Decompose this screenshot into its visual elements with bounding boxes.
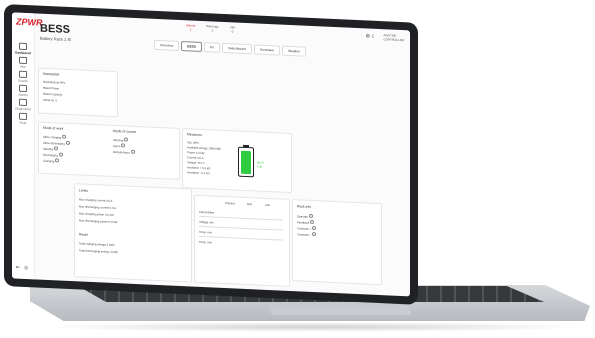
source-row: Default Alarm	[113, 149, 135, 155]
battery-fill	[241, 151, 251, 175]
mode-row: Allow charging	[43, 134, 66, 140]
mode-row: Discharging	[43, 152, 63, 158]
modes-card: Mode of work Allow charging Allow discha…	[38, 121, 180, 180]
rack-row: Contactor -	[297, 231, 316, 237]
sidebar-item-diagnostics[interactable]: Diagnostics	[14, 98, 32, 111]
cell-table-card: Present Roll Cell Cell position Voltage …	[194, 194, 290, 287]
fleet-icon	[19, 112, 27, 121]
table-row: Temp. min	[199, 239, 212, 245]
laptop-touchpad	[268, 305, 412, 315]
rack-row: Operator	[297, 213, 313, 219]
indicator-icon	[54, 146, 59, 151]
limit-row: Max discharging power 0.0 kW	[79, 218, 118, 225]
limit-row: Max discharging current 0.0 A	[79, 204, 116, 211]
card-title: Measures	[187, 132, 202, 137]
sidebar: ZPWR Dashboard Plot Events Alarms Diagno…	[12, 12, 43, 280]
menu-icon[interactable]: ☰	[67, 37, 71, 42]
status-alarms[interactable]: Alarms 1	[186, 23, 195, 31]
indicator-icon	[311, 231, 316, 237]
sidebar-item-dashboard[interactable]: Dashboard	[14, 42, 32, 55]
rack-row: Contactor +	[297, 225, 317, 231]
nameplate-row: Serial no. 0	[43, 97, 58, 103]
indicator-icon	[55, 158, 60, 163]
tab-generator[interactable]: Generator	[253, 44, 281, 56]
sidebar-item-alarms[interactable]: Alarms	[14, 84, 32, 97]
sidebar-item-plot[interactable]: Plot	[14, 56, 32, 69]
user-info[interactable]: ANOTHE CONTROLLER	[383, 33, 404, 42]
tab-overview[interactable]: Overview	[154, 39, 180, 51]
settings-icon[interactable]: ⚙ ☾	[366, 33, 376, 39]
indicator-icon	[124, 137, 129, 142]
grid-icon	[19, 42, 27, 51]
card-title: Limits	[79, 188, 88, 193]
page-subtitle[interactable]: Battery Rack 1 ☰	[40, 36, 71, 42]
help-icon[interactable]: ◎	[24, 265, 28, 271]
tab-bess[interactable]: BESS	[181, 41, 202, 52]
battery-percent: 88 % Full	[257, 160, 264, 169]
battery-icon	[238, 144, 254, 178]
tab-weather[interactable]: Weather	[282, 45, 307, 57]
table-header: Roll	[247, 202, 252, 207]
measure-row: Insulation - 0.0 kΩ	[187, 170, 210, 176]
indicator-icon	[312, 226, 317, 231]
card-title: Nameplate	[43, 71, 60, 77]
indicator-icon	[121, 143, 126, 148]
mode-row: Charging	[43, 158, 60, 164]
limit-row: Max charging power 0.0 kW	[79, 211, 114, 217]
indicator-icon	[61, 134, 66, 139]
card-title: Mode of work	[43, 125, 64, 131]
status-info[interactable]: Info 0	[230, 25, 235, 33]
measures-card: Measures SoC 88% Available energy 1088 k…	[182, 128, 292, 194]
table-row: Voltage min	[199, 219, 214, 225]
events-icon	[19, 70, 27, 79]
nameplate-row: Rated Power	[43, 85, 60, 91]
limit-row: Total discharging energy 0 kWh	[79, 248, 119, 255]
tab-pv[interactable]: PV	[203, 42, 221, 53]
plot-icon	[19, 56, 27, 65]
limit-row: Total charging energy 0 kWh	[79, 241, 115, 248]
indicator-icon	[130, 149, 135, 154]
diagnostics-icon	[19, 98, 27, 107]
nameplate-row: Manufacturer BPL	[43, 79, 66, 85]
laptop-shadow	[40, 322, 590, 332]
indicator-icon	[58, 152, 63, 157]
tab-switchboard[interactable]: Switchboard	[222, 42, 252, 55]
collapse-icon[interactable]: ⇤	[16, 265, 20, 271]
table-header: Cell	[265, 202, 270, 208]
laptop-frame: ZPWR Dashboard Plot Events Alarms Diagno…	[0, 0, 595, 338]
table-header: Present	[225, 201, 235, 206]
nameplate-card: Nameplate Manufacturer BPL Rated Power R…	[38, 67, 118, 118]
source-row: Alarm	[113, 143, 126, 149]
laptop-lid: ZPWR Dashboard Plot Events Alarms Diagno…	[4, 4, 418, 305]
measure-row: SoC 88%	[187, 140, 199, 145]
source-row: Warning	[113, 137, 129, 143]
card-title: Rack info	[297, 204, 312, 209]
indicator-icon	[310, 219, 315, 225]
limits-card: Limits Max charging current 0.0 A Max di…	[74, 183, 192, 283]
bell-icon	[19, 84, 27, 93]
page-title: BESS	[40, 22, 70, 36]
table-row: Cell position	[199, 209, 215, 215]
measure-row: Power 0.0 kW	[187, 150, 205, 156]
indicator-icon	[65, 140, 70, 145]
measure-row: Voltage 701 V	[187, 160, 205, 166]
status-warnings[interactable]: Warnings 2	[206, 24, 219, 33]
sidebar-item-events[interactable]: Events	[14, 70, 32, 83]
indicator-icon	[308, 213, 313, 219]
rack-row: Feedback	[297, 219, 315, 225]
card-subtitle: Reset	[79, 232, 88, 237]
card-title: Mode of source	[113, 128, 137, 135]
measure-row: Current 0.0 A	[187, 155, 204, 161]
mode-row: Standby	[43, 146, 59, 152]
app-screen: ZPWR Dashboard Plot Events Alarms Diagno…	[12, 12, 410, 297]
table-row: Temp. min	[199, 229, 212, 235]
limit-row: Max charging current 0.0 A	[79, 197, 113, 203]
sidebar-item-fleet[interactable]: Fleet	[14, 112, 32, 125]
nameplate-row: Rated Capacity	[43, 91, 63, 97]
rack-card: Rack info Operator Feedback Contactor + …	[292, 199, 382, 286]
